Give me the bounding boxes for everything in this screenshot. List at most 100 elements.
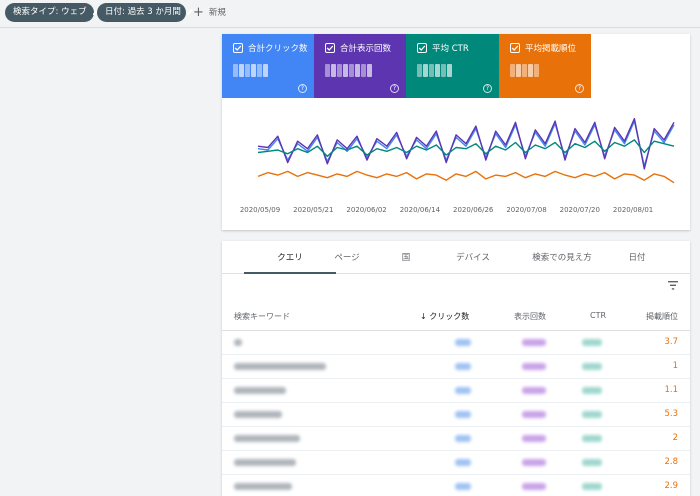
column-header-clicks[interactable]: ↓ クリック数	[420, 311, 469, 322]
help-icon[interactable]: ?	[575, 84, 584, 93]
metric-tile-ctr[interactable]: 平均 CTR ?	[406, 34, 499, 98]
metric-tile-impressions[interactable]: 合計表示回数 ?	[314, 34, 406, 98]
blurred-clicks	[455, 459, 471, 466]
blurred-clicks	[455, 435, 471, 442]
table-row[interactable]: 2	[222, 427, 690, 451]
metric-tile-position[interactable]: 平均掲載順位 ?	[499, 34, 591, 98]
table-row[interactable]: 1.1	[222, 379, 690, 403]
series-line-3	[257, 170, 675, 184]
line-chart: 2020/05/09 2020/05/21 2020/06/02 2020/06/14…	[240, 117, 675, 214]
blurred-impressions	[522, 339, 546, 346]
x-tick-label: 2020/07/08	[506, 206, 546, 214]
blurred-keyword	[234, 435, 300, 442]
x-tick-label: 2020/05/21	[293, 206, 333, 214]
blurred-clicks	[455, 387, 471, 394]
column-header-keyword[interactable]: 検索キーワード	[234, 311, 290, 322]
blurred-keyword	[234, 339, 242, 346]
position-value: 1	[672, 361, 678, 371]
metric-label: 平均掲載順位	[525, 44, 577, 54]
position-value: 1.1	[664, 385, 678, 395]
blurred-clicks	[455, 483, 471, 490]
filter-icon[interactable]	[668, 281, 678, 290]
performance-card: 合計クリック数 ? 合計表示回数 ? 平均 CTR ? 平均掲載順位 ? 202…	[222, 34, 690, 230]
tab-devices[interactable]: デバイス	[448, 251, 498, 263]
tab-search-appearance[interactable]: 検索での見え方	[522, 251, 602, 263]
series-line-1	[257, 117, 675, 170]
new-filter-label: 新規	[208, 8, 226, 18]
help-icon[interactable]: ?	[298, 84, 307, 93]
table-row[interactable]: 3.7	[222, 331, 690, 355]
x-tick-label: 2020/08/01	[613, 206, 653, 214]
blurred-keyword	[234, 387, 286, 394]
x-tick-label: 2020/07/20	[560, 206, 600, 214]
blurred-impressions	[522, 435, 546, 442]
blurred-ctr	[582, 339, 602, 346]
date-filter-label: 日付: 過去 3 か月間	[105, 7, 181, 17]
column-header-ctr[interactable]: CTR	[590, 311, 606, 320]
table-row[interactable]: 2.8	[222, 451, 690, 475]
help-icon[interactable]: ?	[390, 84, 399, 93]
position-value: 5.3	[664, 409, 678, 419]
checkbox-checked-icon	[325, 43, 335, 53]
x-tick-label: 2020/06/02	[346, 206, 386, 214]
date-filter-chip[interactable]: 日付: 過去 3 か月間	[97, 3, 193, 22]
tab-queries[interactable]: クエリ	[244, 251, 336, 263]
blurred-clicks	[455, 411, 471, 418]
metric-tile-clicks[interactable]: 合計クリック数 ?	[222, 34, 314, 98]
plus-icon: +	[193, 5, 204, 20]
column-header-clicks-label: クリック数	[429, 312, 470, 321]
table-row[interactable]: 2.9	[222, 475, 690, 496]
blurred-impressions	[522, 411, 546, 418]
new-filter-button[interactable]: + 新規	[193, 3, 226, 22]
blurred-impressions	[522, 483, 546, 490]
checkbox-checked-icon	[510, 43, 520, 53]
blurred-ctr	[582, 387, 602, 394]
blurred-impressions	[522, 387, 546, 394]
x-tick-label: 2020/06/26	[453, 206, 494, 214]
blurred-ctr	[582, 459, 602, 466]
search-type-filter-label: 検索タイプ: ウェブ	[13, 7, 87, 17]
filter-bar: 検索タイプ: ウェブ 日付: 過去 3 か月間 + 新規	[0, 0, 700, 28]
checkbox-checked-icon	[233, 43, 243, 53]
blurred-keyword	[234, 483, 292, 490]
metric-label: 合計表示回数	[340, 44, 392, 54]
metric-label: 合計クリック数	[248, 44, 308, 54]
blurred-keyword	[234, 411, 282, 418]
tab-dates[interactable]: 日付	[622, 251, 652, 263]
blurred-keyword	[234, 459, 296, 466]
column-header-impressions[interactable]: 表示回数	[514, 311, 546, 322]
metric-value-blurred	[510, 64, 591, 77]
blurred-clicks	[455, 363, 471, 370]
table-header: 検索キーワード ↓ クリック数 表示回数 CTR 掲載順位	[222, 301, 690, 331]
metric-label: 平均 CTR	[432, 44, 469, 54]
x-tick-label: 2020/05/09	[240, 206, 280, 214]
column-header-position[interactable]: 掲載順位	[646, 311, 678, 322]
search-type-filter-chip[interactable]: 検索タイプ: ウェブ	[5, 3, 99, 22]
active-tab-indicator	[244, 272, 336, 274]
performance-chart: 2020/05/09 2020/05/21 2020/06/02 2020/06/14…	[222, 98, 690, 230]
position-value: 3.7	[664, 337, 678, 347]
blurred-keyword	[234, 363, 326, 370]
help-icon[interactable]: ?	[483, 84, 492, 93]
blurred-ctr	[582, 363, 602, 370]
checkbox-checked-icon	[417, 43, 427, 53]
x-tick-label: 2020/06/14	[400, 206, 441, 214]
position-value: 2.8	[664, 457, 678, 467]
metric-value-blurred	[325, 64, 406, 77]
blurred-ctr	[582, 411, 602, 418]
metric-value-blurred	[233, 64, 314, 77]
metric-value-blurred	[417, 64, 499, 77]
dimension-tabs: クエリ ページ 国 デバイス 検索での見え方 日付	[222, 241, 690, 274]
blurred-clicks	[455, 339, 471, 346]
table-row[interactable]: 1	[222, 355, 690, 379]
blurred-impressions	[522, 459, 546, 466]
blurred-ctr	[582, 483, 602, 490]
sort-down-arrow-icon: ↓	[420, 312, 430, 321]
position-value: 2	[672, 433, 678, 443]
blurred-ctr	[582, 435, 602, 442]
table-row[interactable]: 5.3	[222, 403, 690, 427]
tab-pages[interactable]: ページ	[326, 251, 368, 263]
queries-table-card: クエリ ページ 国 デバイス 検索での見え方 日付 検索キーワード ↓ クリック…	[222, 241, 690, 496]
tab-countries[interactable]: 国	[394, 251, 418, 263]
position-value: 2.9	[664, 481, 678, 491]
